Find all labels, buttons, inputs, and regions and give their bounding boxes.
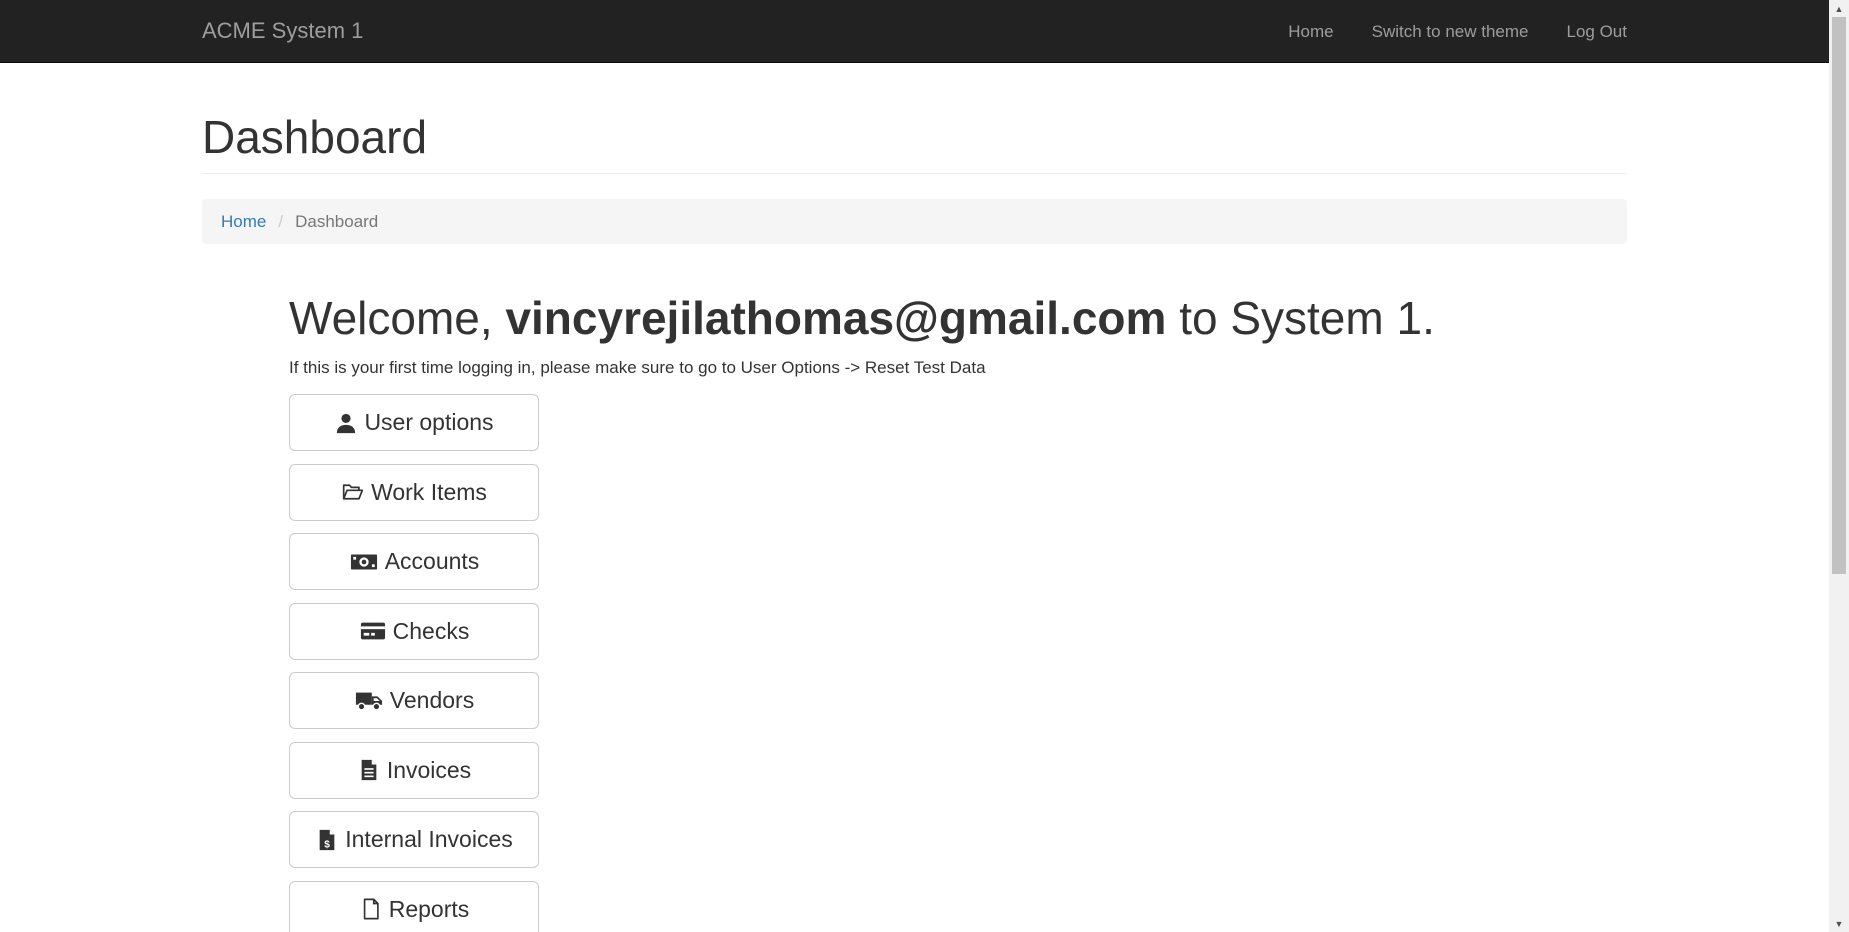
breadcrumb-separator: /	[278, 211, 284, 231]
user-options-button[interactable]: User options	[289, 394, 539, 451]
nav-links: Home Switch to new theme Log Out	[1288, 0, 1627, 63]
scroll-up-arrow-icon[interactable]: ▲	[1829, 0, 1849, 17]
checks-label: Checks	[392, 617, 470, 644]
accounts-button[interactable]: Accounts	[289, 533, 539, 590]
money-icon	[349, 550, 379, 574]
folder-open-icon	[341, 480, 365, 504]
invoices-button[interactable]: Invoices	[289, 741, 539, 799]
page-title: Dashboard	[202, 111, 428, 163]
svg-text:$: $	[324, 839, 330, 850]
file-invoice-dollar-icon: $	[315, 828, 339, 852]
welcome-email: vincyrejilathomas@gmail.com	[505, 292, 1167, 344]
invoices-label: Invoices	[386, 756, 472, 783]
page: ACME System 1 Home Switch to new theme L…	[0, 0, 1849, 932]
reports-label: Reports	[388, 895, 470, 922]
nav-home-link[interactable]: Home	[1288, 22, 1333, 42]
scrollbar-thumb[interactable]	[1832, 17, 1846, 574]
work-items-button[interactable]: Work Items	[289, 463, 539, 521]
vertical-scrollbar[interactable]: ▲ ▼	[1829, 0, 1849, 932]
internal-invoices-button[interactable]: $ Internal Invoices	[289, 811, 539, 868]
welcome-prefix: Welcome,	[289, 292, 506, 344]
breadcrumb-current: Dashboard	[295, 211, 379, 231]
work-items-label: Work Items	[371, 478, 487, 505]
top-navbar: ACME System 1 Home Switch to new theme L…	[0, 0, 1829, 63]
internal-invoices-label: Internal Invoices	[345, 826, 513, 852]
nav-logout-link[interactable]: Log Out	[1567, 22, 1628, 42]
accounts-label: Accounts	[384, 548, 480, 574]
user-options-label: User options	[364, 409, 494, 435]
scroll-down-arrow-icon[interactable]: ▼	[1829, 915, 1849, 932]
welcome-heading: Welcome, vincyrejilathomas@gmail.com to …	[289, 290, 1435, 346]
user-icon	[334, 411, 358, 435]
breadcrumb: Home / Dashboard	[202, 199, 1627, 244]
welcome-suffix: to System 1.	[1166, 292, 1435, 344]
checks-button[interactable]: Checks	[289, 602, 539, 660]
file-icon	[359, 897, 383, 921]
vendors-button[interactable]: Vendors	[289, 672, 539, 729]
first-login-hint: If this is your first time logging in, p…	[289, 358, 986, 377]
page-header: Dashboard	[202, 112, 1627, 174]
credit-card-icon	[359, 619, 387, 643]
dashboard-menu: User options Work Items Accounts Checks	[289, 394, 539, 932]
truck-icon	[354, 689, 384, 713]
vendors-label: Vendors	[389, 687, 475, 713]
breadcrumb-home-link[interactable]: Home	[221, 212, 266, 232]
file-text-icon	[357, 758, 381, 782]
reports-button[interactable]: Reports	[289, 880, 539, 932]
nav-switch-theme-link[interactable]: Switch to new theme	[1372, 22, 1529, 42]
brand-link[interactable]: ACME System 1	[202, 18, 363, 44]
